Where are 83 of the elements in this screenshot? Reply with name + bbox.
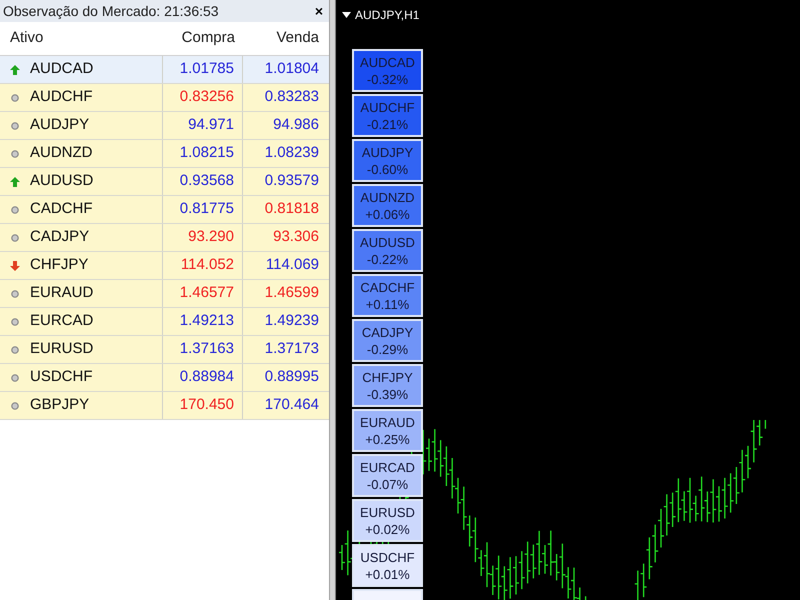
panel-title: Observação do Mercado: 21:36:53 bbox=[3, 2, 219, 21]
chart-title: AUDJPY,H1 bbox=[355, 7, 420, 24]
symbol-row[interactable]: EURUSD 1.37163 1.37173 bbox=[0, 336, 329, 364]
symbol-name: CADCHF bbox=[30, 199, 92, 220]
bid-price: 1.08215 bbox=[163, 140, 243, 167]
tile-change: -0.39% bbox=[366, 386, 408, 402]
symbol-name: EURAUD bbox=[30, 283, 94, 304]
tile-change: -0.29% bbox=[366, 340, 408, 358]
tile-change: +0.25% bbox=[365, 430, 410, 448]
bid-price: 114.052 bbox=[163, 252, 243, 279]
ask-price: 1.37173 bbox=[264, 339, 320, 360]
bid-price: 0.83256 bbox=[163, 84, 243, 111]
symbol-row[interactable]: CADJPY 93.290 93.306 bbox=[0, 224, 329, 252]
ask-price: 1.46599 bbox=[264, 283, 320, 304]
tile-symbol: AUDCAD bbox=[360, 54, 415, 70]
symbol-row[interactable]: CADCHF 0.81775 0.81818 bbox=[0, 196, 329, 224]
symbol-name: AUDJPY bbox=[30, 115, 90, 136]
bid-price: 1.49213 bbox=[163, 308, 243, 335]
ask-price: 0.83283 bbox=[264, 87, 320, 108]
ask-price: 170.464 bbox=[264, 395, 320, 416]
ask-price: 1.08239 bbox=[264, 143, 320, 164]
dropdown-triangle-icon[interactable] bbox=[342, 12, 351, 18]
symbol-name: AUDCHF bbox=[30, 87, 92, 108]
tile-change: +0.06% bbox=[365, 206, 410, 222]
ask-price: 0.81818 bbox=[264, 199, 320, 220]
symbol-row[interactable]: EURAUD 1.46577 1.46599 bbox=[0, 280, 329, 308]
symbol-name: AUDUSD bbox=[30, 171, 94, 192]
tile-symbol: AUDUSD bbox=[360, 234, 415, 250]
symbol-row[interactable]: AUDJPY 94.971 94.986 bbox=[0, 112, 329, 140]
tile-change: -0.60% bbox=[366, 160, 408, 178]
tile-symbol: CADJPY bbox=[362, 324, 414, 340]
bid-price: 1.37163 bbox=[163, 336, 243, 363]
tile-change: -0.22% bbox=[366, 250, 408, 268]
bid-price: 1.01785 bbox=[163, 56, 243, 83]
tile-symbol: AUDNZD bbox=[360, 188, 415, 206]
symbol-row[interactable]: USDCHF 0.88984 0.88995 bbox=[0, 364, 329, 392]
ask-price: 114.069 bbox=[264, 255, 320, 276]
close-button[interactable]: × bbox=[314, 0, 323, 22]
tile-change: -0.21% bbox=[366, 116, 408, 132]
tile-change: +0.01% bbox=[365, 566, 410, 582]
symbol-row[interactable]: GBPJPY 170.450 170.464 bbox=[0, 392, 329, 420]
tile-change: -0.32% bbox=[366, 70, 408, 88]
symbol-name: EURUSD bbox=[30, 339, 94, 360]
ask-price: 1.49239 bbox=[264, 311, 320, 332]
symbol-row[interactable]: EURCAD 1.49213 1.49239 bbox=[0, 308, 329, 336]
symbol-row[interactable]: AUDCHF 0.83256 0.83283 bbox=[0, 84, 329, 112]
symbol-row[interactable]: CHFJPY 114.052 114.069 bbox=[0, 252, 329, 280]
column-header[interactable]: Ativo bbox=[0, 27, 163, 50]
column-header[interactable]: Venda bbox=[243, 27, 327, 50]
tile-change: +0.02% bbox=[365, 520, 410, 538]
symbol-row[interactable]: AUDNZD 1.08215 1.08239 bbox=[0, 140, 329, 168]
bid-price: 1.46577 bbox=[163, 280, 243, 307]
tile-symbol: EURUSD bbox=[360, 504, 415, 520]
tile-symbol: EURAUD bbox=[360, 414, 415, 430]
bid-price: 93.290 bbox=[163, 224, 243, 251]
bid-price: 0.81775 bbox=[163, 196, 243, 223]
ask-price: 0.93579 bbox=[264, 171, 320, 192]
symbol-name: EURCAD bbox=[30, 311, 94, 332]
symbol-name: CHFJPY bbox=[30, 255, 88, 276]
symbol-name: CADJPY bbox=[30, 227, 90, 248]
symbol-row[interactable]: AUDCAD 1.01785 1.01804 bbox=[0, 56, 329, 84]
tile-symbol: AUDJPY bbox=[362, 144, 414, 160]
bid-price: 0.88984 bbox=[163, 364, 243, 391]
column-header[interactable]: Compra bbox=[163, 27, 243, 50]
ask-price: 0.88995 bbox=[264, 367, 320, 388]
symbol-name: USDCHF bbox=[30, 367, 92, 388]
tile-symbol: CADCHF bbox=[360, 278, 415, 296]
tile-change: -0.07% bbox=[366, 476, 408, 492]
bid-price: 94.971 bbox=[163, 112, 243, 139]
symbol-row[interactable]: AUDUSD 0.93568 0.93579 bbox=[0, 168, 329, 196]
symbol-name: AUDCAD bbox=[30, 59, 94, 80]
tile-symbol: USDCHF bbox=[360, 548, 415, 566]
bid-price: 0.93568 bbox=[163, 168, 243, 195]
tile-symbol: AUDCHF bbox=[360, 98, 415, 116]
symbol-name: AUDNZD bbox=[30, 143, 92, 164]
ask-price: 1.01804 bbox=[264, 59, 320, 80]
tile-symbol: EURCAD bbox=[360, 458, 415, 476]
bid-price: 170.450 bbox=[163, 392, 243, 419]
tile-change: +0.11% bbox=[366, 296, 410, 312]
ask-price: 93.306 bbox=[272, 227, 320, 248]
tile-symbol: CHFJPY bbox=[362, 368, 413, 386]
ask-price: 94.986 bbox=[272, 115, 320, 136]
symbol-name: GBPJPY bbox=[30, 395, 90, 416]
